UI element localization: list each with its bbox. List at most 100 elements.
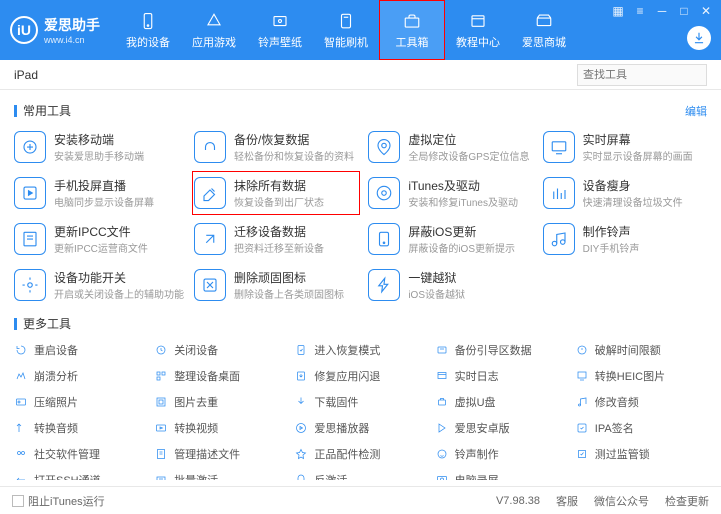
more-tool-item[interactable]: 虚拟U盘 [435,392,567,412]
tool-desc: 更新IPCC运营商文件 [54,240,148,255]
tool-label: 管理描述文件 [174,446,240,462]
tool-item[interactable]: 迁移设备数据把资料迁移至新设备 [194,219,358,259]
more-tool-item[interactable]: 测过监管锁 [575,444,707,464]
tool-label: 转换HEIC图片 [595,368,665,384]
tool-item[interactable]: 实时屏幕实时显示设备屏幕的画面 [543,127,707,167]
tool-icon [194,131,226,163]
footer-wechat[interactable]: 微信公众号 [594,493,649,509]
more-tool-item[interactable]: 重启设备 [14,340,146,360]
maximize-icon[interactable]: □ [677,4,691,18]
tool-item[interactable]: 备份/恢复数据轻松备份和恢复设备的资料 [194,127,358,167]
nav-label: 应用游戏 [192,34,236,50]
section-common-header: 常用工具 编辑 [14,102,707,119]
tool-item[interactable]: 安装移动端安装爱思助手移动端 [14,127,184,167]
nav-label: 铃声壁纸 [258,34,302,50]
tool-label: 图片去重 [174,394,218,410]
tool-item[interactable]: 更新IPCC文件更新IPCC运营商文件 [14,219,184,259]
tool-item[interactable]: 屏蔽iOS更新屏蔽设备的iOS更新提示 [368,219,532,259]
nav-5[interactable]: 教程中心 [445,0,511,60]
tool-icon [575,421,589,435]
minimize-icon[interactable]: ─ [655,4,669,18]
tool-item[interactable]: 删除顽固图标删除设备上各类顽固图标 [194,265,358,305]
more-tool-item[interactable]: 转换视频 [154,418,286,438]
footer-support[interactable]: 客服 [556,493,578,509]
more-tool-item[interactable]: 进入恢复模式 [294,340,426,360]
tool-item[interactable]: 设备功能开关开启或关闭设备上的辅助功能 [14,265,184,305]
more-tool-item[interactable]: 爱思播放器 [294,418,426,438]
more-tool-item[interactable]: 电脑录屏 [435,470,567,480]
edit-button[interactable]: 编辑 [685,103,707,119]
tool-title: 屏蔽iOS更新 [408,223,515,240]
device-tab[interactable]: iPad [14,68,38,82]
more-tool-item[interactable]: 破解时间限额 [575,340,707,360]
more-tool-item[interactable]: 修改音频 [575,392,707,412]
more-tool-item[interactable]: 实时日志 [435,366,567,386]
tool-item[interactable]: 虚拟定位全局修改设备GPS定位信息 [368,127,532,167]
tool-item[interactable]: 制作铃声DIY手机铃声 [543,219,707,259]
more-tool-item[interactable]: 转换HEIC图片 [575,366,707,386]
more-tool-item[interactable]: 图片去重 [154,392,286,412]
more-tool-item[interactable]: 修复应用闪退 [294,366,426,386]
more-tool-item[interactable]: 下载固件 [294,392,426,412]
tool-icon [435,395,449,409]
close-icon[interactable]: ✕ [699,4,713,18]
tool-desc: 开启或关闭设备上的辅助功能 [54,286,184,301]
more-tool-item[interactable]: 崩溃分析 [14,366,146,386]
tool-icon [294,421,308,435]
tool-item[interactable]: 手机投屏直播电脑同步显示设备屏幕 [14,173,184,213]
more-tool-item[interactable]: 打开SSH通道 [14,470,146,480]
tool-label: 测过监管锁 [595,446,650,462]
more-tool-item[interactable]: 转换音频 [14,418,146,438]
more-tool-item[interactable]: 备份引导区数据 [435,340,567,360]
more-tool-item[interactable]: 社交软件管理 [14,444,146,464]
tool-label: 虚拟U盘 [455,394,496,410]
nav-4[interactable]: 工具箱 [379,0,445,60]
tool-label: 转换音频 [34,420,78,436]
tool-icon [154,395,168,409]
nav-label: 工具箱 [396,34,429,50]
more-tool-item[interactable]: 反激活 [294,470,426,480]
tool-label: 实时日志 [455,368,499,384]
tool-icon [154,447,168,461]
more-tool-item[interactable]: 关闭设备 [154,340,286,360]
tool-icon [154,343,168,357]
tool-item[interactable]: iTunes及驱动安装和修复iTunes及驱动 [368,173,532,213]
app-logo[interactable]: iU 爱思助手 www.i4.cn [10,15,100,45]
more-tool-item[interactable]: 铃声制作 [435,444,567,464]
nav-6[interactable]: 爱思商城 [511,0,577,60]
logo-title: 爱思助手 [44,15,100,35]
tool-icon [435,343,449,357]
tool-label: 批量激活 [174,472,218,480]
nav-3[interactable]: 智能刷机 [313,0,379,60]
tool-icon [14,395,28,409]
checkbox-icon [12,495,24,507]
tool-item[interactable]: 抹除所有数据恢复设备到出厂状态 [194,173,358,213]
settings-icon[interactable]: ≡ [633,4,647,18]
more-tool-item[interactable]: IPA签名 [575,418,707,438]
main-nav: 我的设备应用游戏 铃声壁纸智能刷机工具箱教程中心爱思商城 [115,0,577,60]
tool-label: 重启设备 [34,342,78,358]
more-tool-item[interactable]: 管理描述文件 [154,444,286,464]
nav-0[interactable]: 我的设备 [115,0,181,60]
menu-icon[interactable]: ▦ [611,4,625,18]
footer-update[interactable]: 检查更新 [665,493,709,509]
block-itunes-checkbox[interactable]: 阻止iTunes运行 [12,493,105,509]
tool-icon [294,369,308,383]
search-box[interactable] [577,64,707,86]
search-input[interactable] [583,69,721,81]
download-button[interactable] [687,26,711,50]
tool-label: 正品配件检测 [314,446,380,462]
tool-item[interactable]: 设备瘦身快速清理设备垃圾文件 [543,173,707,213]
tool-icon [14,343,28,357]
nav-1[interactable]: 应用游戏 [181,0,247,60]
more-tool-item[interactable]: 爱思安卓版 [435,418,567,438]
tool-label: 下载固件 [314,394,358,410]
more-tool-item[interactable]: 正品配件检测 [294,444,426,464]
more-tool-item[interactable]: 整理设备桌面 [154,366,286,386]
more-tool-item[interactable]: 压缩照片 [14,392,146,412]
more-tool-item[interactable]: 批量激活 [154,470,286,480]
tool-title: 更新IPCC文件 [54,223,148,240]
nav-2[interactable]: 铃声壁纸 [247,0,313,60]
tool-item[interactable]: 一键越狱iOS设备越狱 [368,265,532,305]
tool-title: 手机投屏直播 [54,177,154,194]
